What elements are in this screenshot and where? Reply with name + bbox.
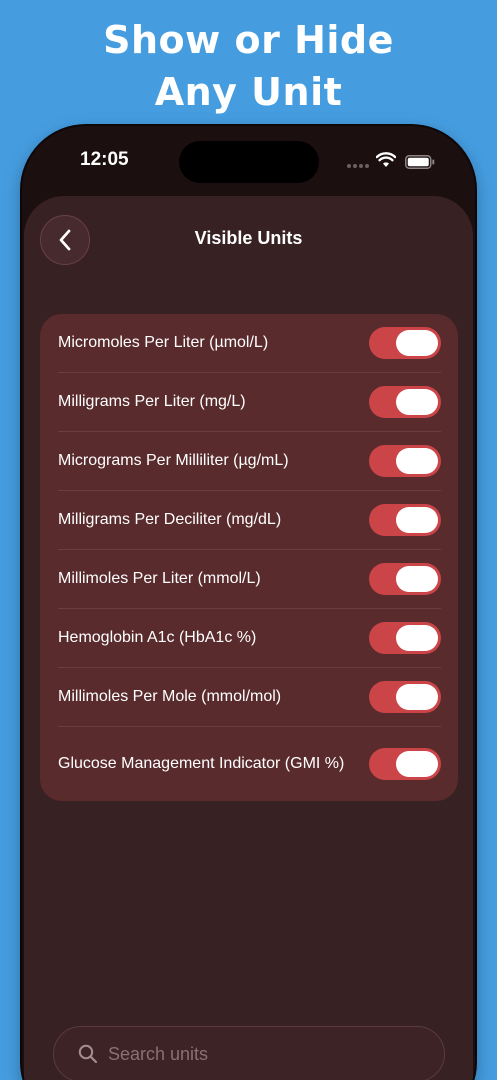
unit-visibility-toggle[interactable] xyxy=(369,504,441,536)
unit-label: Micromoles Per Liter (µmol/L) xyxy=(58,334,269,351)
promo-headline: Show or Hide Any Unit xyxy=(0,14,497,118)
unit-row: Millimoles Per Liter (mmol/L) xyxy=(58,550,441,609)
promo-headline-line2: Any Unit xyxy=(154,70,343,114)
visible-units-sheet: Visible Units Micromoles Per Liter (µmol… xyxy=(24,196,473,1080)
unit-label: Micrograms Per Milliliter (µg/mL) xyxy=(58,452,289,469)
toggle-knob xyxy=(396,684,438,710)
unit-row: Milligrams Per Liter (mg/L) xyxy=(58,373,441,432)
page-title: Visible Units xyxy=(194,228,303,248)
cellular-signal-icon xyxy=(347,164,369,168)
unit-row: Millimoles Per Mole (mmol/mol) xyxy=(58,668,441,727)
unit-row: Micrograms Per Milliliter (µg/mL) xyxy=(58,432,441,491)
unit-visibility-toggle[interactable] xyxy=(369,386,441,418)
unit-visibility-toggle[interactable] xyxy=(369,563,441,595)
unit-label: Hemoglobin A1c (HbA1c %) xyxy=(58,629,257,646)
toggle-knob xyxy=(396,448,438,474)
search-input[interactable]: Search units xyxy=(108,1044,208,1065)
unit-visibility-toggle[interactable] xyxy=(369,327,441,359)
status-time: 12:05 xyxy=(80,149,129,170)
unit-visibility-toggle[interactable] xyxy=(369,445,441,477)
toggle-knob xyxy=(396,751,438,777)
unit-row: Hemoglobin A1c (HbA1c %) xyxy=(58,609,441,668)
toggle-knob xyxy=(396,566,438,592)
dynamic-island xyxy=(179,141,319,183)
unit-label: Millimoles Per Mole (mmol/mol) xyxy=(58,688,282,705)
unit-label: Milligrams Per Liter (mg/L) xyxy=(58,393,246,410)
unit-label: Milligrams Per Deciliter (mg/dL) xyxy=(58,511,282,528)
unit-visibility-toggle[interactable] xyxy=(369,748,441,780)
toggle-knob xyxy=(396,625,438,651)
promo-headline-line1: Show or Hide xyxy=(103,18,394,62)
toggle-knob xyxy=(396,389,438,415)
search-bar[interactable]: Search units xyxy=(53,1026,445,1080)
unit-label: Millimoles Per Liter (mmol/L) xyxy=(58,570,261,587)
toggle-knob xyxy=(396,507,438,533)
units-list: Micromoles Per Liter (µmol/L) Milligrams … xyxy=(40,314,458,801)
toggle-knob xyxy=(396,330,438,356)
unit-row: Micromoles Per Liter (µmol/L) xyxy=(58,314,441,373)
unit-row: Milligrams Per Deciliter (mg/dL) xyxy=(58,491,441,550)
phone-frame: 12:05 Visible Units Micromoles Per Liter… xyxy=(22,126,475,1080)
battery-icon xyxy=(405,154,435,173)
unit-label: Glucose Management Indicator (GMI %) xyxy=(58,755,345,772)
unit-visibility-toggle[interactable] xyxy=(369,622,441,654)
search-icon xyxy=(78,1044,98,1064)
unit-row: Glucose Management Indicator (GMI %) xyxy=(58,727,441,801)
wifi-icon xyxy=(375,152,397,172)
unit-visibility-toggle[interactable] xyxy=(369,681,441,713)
